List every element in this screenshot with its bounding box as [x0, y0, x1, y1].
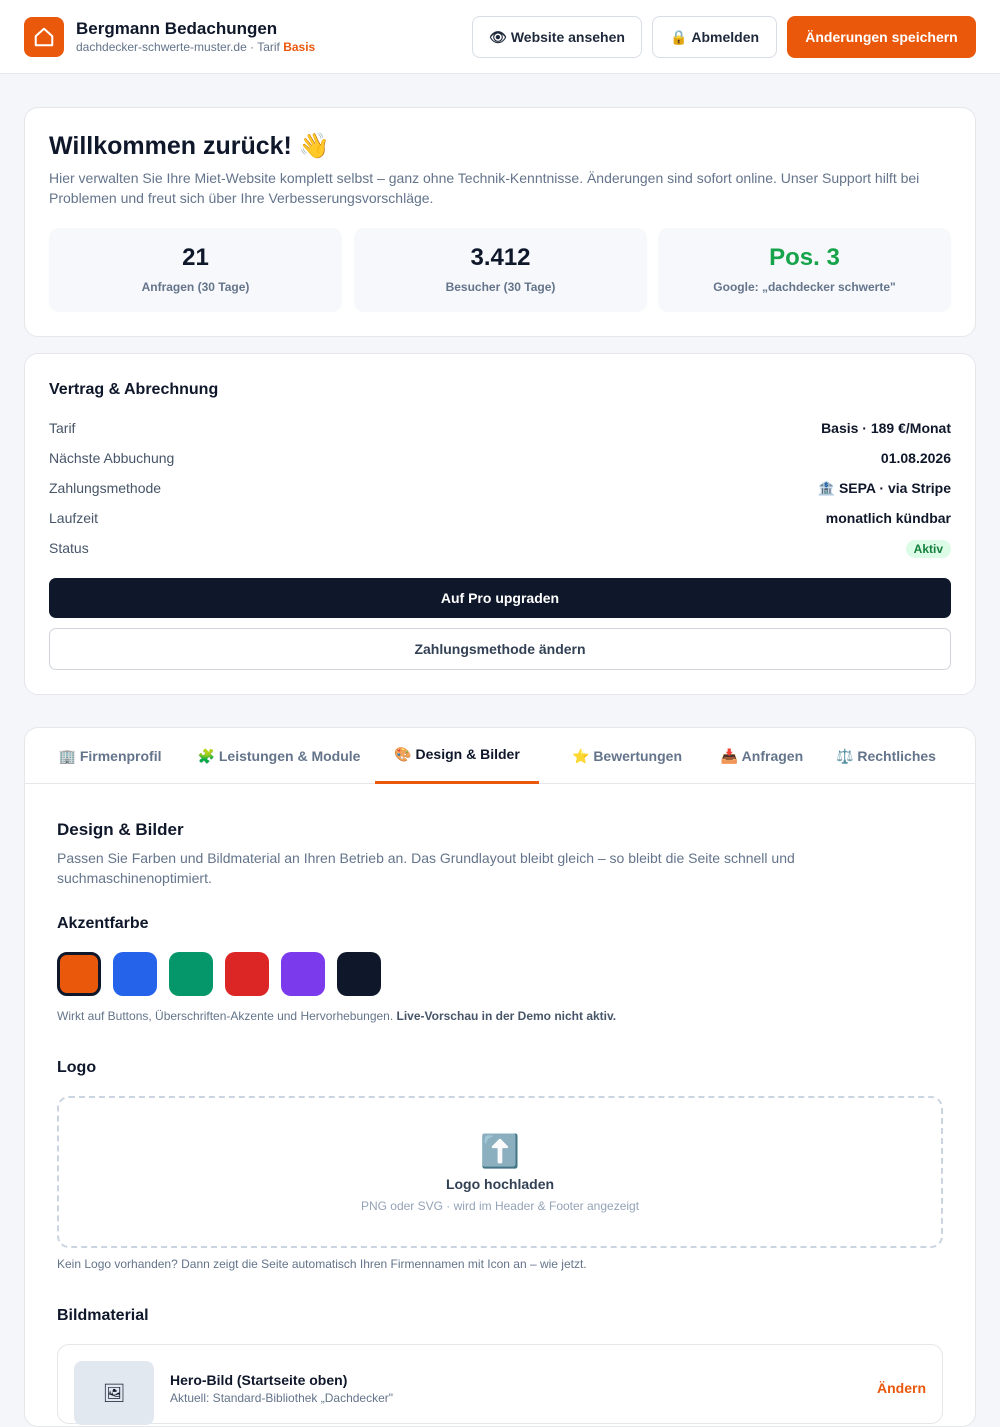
logout-label: Abmelden	[691, 29, 760, 45]
accent-note-text: Wirkt auf Buttons, Überschriften-Akzente…	[57, 1009, 397, 1023]
accent-swatch[interactable]	[113, 952, 157, 996]
view-website-button[interactable]: 👁 Website ansehen	[472, 16, 642, 58]
accent-swatch[interactable]	[281, 952, 325, 996]
domain-text: dachdecker-schwerte-muster.de · Tarif	[76, 40, 284, 54]
stat-value: 3.412	[470, 244, 531, 271]
settings-card: 🏢 Firmenprofil 🧩 Leistungen & Module 🎨 D…	[24, 727, 976, 1427]
row-value: Basis · 189 €/Monat	[821, 420, 951, 436]
tab-services-modules[interactable]: 🧩 Leistungen & Module	[183, 728, 375, 784]
logout-button[interactable]: 🔒 Abmelden	[652, 16, 777, 58]
top-bar: Bergmann Bedachungen dachdecker-schwerte…	[0, 0, 1000, 74]
design-title: Design & Bilder	[57, 820, 184, 839]
design-intro: Passen Sie Farben und Bildmaterial an Ih…	[57, 850, 795, 886]
logo-upload-dropzone[interactable]: ⬆️ Logo hochladen PNG oder SVG · wird im…	[57, 1096, 943, 1248]
stat-label: Besucher (30 Tage)	[445, 280, 556, 294]
stat-value: Pos. 3	[769, 244, 840, 271]
row-value: monatlich kündbar	[825, 510, 951, 526]
tab-bar: 🏢 Firmenprofil 🧩 Leistungen & Module 🎨 D…	[25, 728, 975, 784]
change-image-link[interactable]: Ändern	[877, 1380, 926, 1396]
accent-swatch[interactable]	[169, 952, 213, 996]
home-icon[interactable]	[24, 17, 64, 57]
accent-note-bold: Live-Vorschau in der Demo nicht aktiv.	[396, 1009, 617, 1023]
accent-swatch[interactable]	[337, 952, 381, 996]
contract-row-payment: Zahlungsmethode 🏦 SEPA · via Stripe	[49, 480, 951, 500]
company-name: Bergmann Bedachungen	[76, 19, 278, 38]
welcome-title: Willkommen zurück! 👋	[49, 132, 330, 160]
accent-note: Wirkt auf Buttons, Überschriften-Akzente…	[57, 1009, 616, 1023]
stat-value: 21	[182, 244, 209, 271]
image-title: Hero-Bild (Startseite oben)	[170, 1372, 348, 1388]
image-icon: 🖼	[74, 1361, 154, 1425]
tab-legal[interactable]: ⚖️ Rechtliches	[823, 728, 949, 784]
row-key: Tarif	[49, 420, 76, 436]
row-value: 01.08.2026	[880, 450, 951, 466]
logo-title: Logo	[57, 1059, 97, 1076]
stat-label: Google: „dachdecker schwerte"	[713, 280, 896, 294]
tab-inquiries[interactable]: 📥 Anfragen	[701, 728, 823, 784]
row-key: Nächste Abbuchung	[49, 450, 175, 466]
view-website-label: Website ansehen	[510, 29, 625, 45]
tier-badge: Basis	[283, 40, 316, 54]
tab-design-images[interactable]: 🎨 Design & Bilder	[375, 728, 539, 784]
accent-swatch[interactable]	[225, 952, 269, 996]
tab-reviews[interactable]: ⭐ Bewertungen	[547, 728, 707, 784]
stat-visitors: 3.412 Besucher (30 Tage)	[354, 228, 647, 312]
stat-inquiries: 21 Anfragen (30 Tage)	[49, 228, 342, 312]
upload-icon: ⬆️	[480, 1133, 520, 1169]
site-domain: dachdecker-schwerte-muster.de · Tarif Ba…	[76, 40, 315, 54]
tab-company-profile[interactable]: 🏢 Firmenprofil	[37, 728, 183, 784]
welcome-card: Willkommen zurück! 👋 Hier verwalten Sie …	[24, 107, 976, 337]
upload-title: Logo hochladen	[445, 1176, 555, 1192]
row-key: Status	[49, 540, 89, 556]
upload-hint: PNG oder SVG · wird im Header & Footer a…	[360, 1199, 640, 1213]
change-payment-button[interactable]: Zahlungsmethode ändern	[49, 628, 951, 670]
welcome-text: Hier verwalten Sie Ihre Miet-Website kom…	[49, 170, 920, 206]
image-row-hero: 🖼 Hero-Bild (Startseite oben) Aktuell: S…	[57, 1344, 943, 1425]
stat-google-rank: Pos. 3 Google: „dachdecker schwerte"	[658, 228, 951, 312]
upgrade-pro-button[interactable]: Auf Pro upgraden	[49, 578, 951, 618]
logo-note: Kein Logo vorhanden? Dann zeigt die Seit…	[57, 1257, 587, 1271]
contract-card: Vertrag & Abrechnung Tarif Basis · 189 €…	[24, 353, 976, 695]
save-changes-button[interactable]: Änderungen speichern	[787, 16, 976, 58]
row-key: Zahlungsmethode	[49, 480, 162, 496]
accent-title: Akzentfarbe	[57, 915, 149, 932]
contract-row-term: Laufzeit monatlich kündbar	[49, 510, 951, 530]
contract-row-next-debit: Nächste Abbuchung 01.08.2026	[49, 450, 951, 470]
image-current: Aktuell: Standard-Bibliothek „Dachdecker…	[170, 1391, 394, 1405]
accent-swatch[interactable]	[57, 952, 101, 996]
contract-row-tariff: Tarif Basis · 189 €/Monat	[49, 420, 951, 440]
stat-label: Anfragen (30 Tage)	[141, 280, 250, 294]
contract-title: Vertrag & Abrechnung	[49, 381, 219, 398]
images-title: Bildmaterial	[57, 1307, 149, 1324]
eye-icon: 👁	[489, 28, 507, 45]
status-badge: Aktiv	[905, 540, 951, 558]
row-key: Laufzeit	[49, 510, 99, 526]
row-value: 🏦 SEPA · via Stripe	[817, 480, 951, 496]
contract-row-status: Status Aktiv	[49, 540, 951, 560]
lock-icon: 🔒	[669, 28, 688, 45]
